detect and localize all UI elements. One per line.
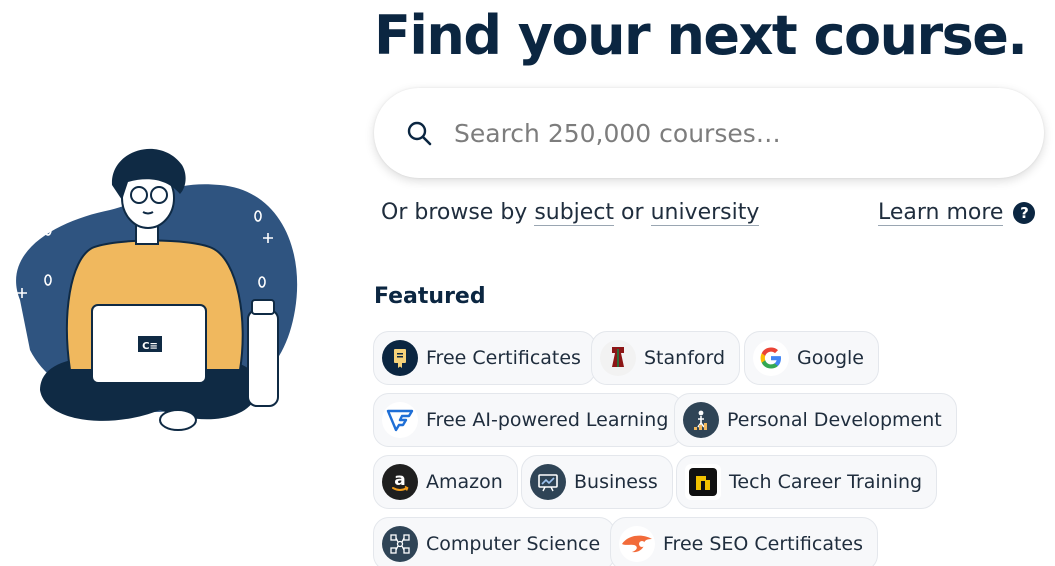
page-title: Find your next course. <box>374 4 1028 67</box>
stanford-logo-icon <box>600 340 636 376</box>
chip-free-certificates[interactable]: Free Certificates <box>373 331 596 385</box>
search-input[interactable] <box>454 108 1014 158</box>
tech-career-logo-icon <box>685 464 721 500</box>
chip-free-seo-certificates[interactable]: Free SEO Certificates <box>610 517 879 566</box>
chip-label: Tech Career Training <box>729 471 923 493</box>
google-logo-icon <box>753 340 789 376</box>
computer-science-icon <box>382 526 418 562</box>
chip-label: Amazon <box>426 471 503 493</box>
chip-label: Computer Science <box>426 533 601 555</box>
laptop-logo: C≡ <box>142 341 158 352</box>
chip-label: Stanford <box>644 347 726 369</box>
chip-label: Business <box>574 471 658 493</box>
personal-development-icon <box>683 402 719 438</box>
ai-learning-logo-icon <box>382 402 418 438</box>
subject-link[interactable]: subject <box>534 200 615 226</box>
chip-label: Personal Development <box>727 409 942 431</box>
featured-heading: Featured <box>374 284 486 309</box>
learn-more: Learn more ? <box>878 200 1036 226</box>
student-laptop-illustration: C≡ <box>14 148 298 431</box>
chip-personal-development[interactable]: Personal Development <box>674 393 957 447</box>
certificate-icon <box>382 340 418 376</box>
svg-text:a: a <box>394 470 405 490</box>
browse-line: Or browse by subject or university <box>381 200 760 226</box>
seo-logo-icon <box>619 526 655 562</box>
chip-amazon[interactable]: a Amazon <box>373 455 518 509</box>
chip-tech-career-training[interactable]: Tech Career Training <box>676 455 938 509</box>
chip-business[interactable]: Business <box>521 455 673 509</box>
amazon-logo-icon: a <box>382 464 418 500</box>
search-box[interactable] <box>374 88 1044 178</box>
chip-free-ai-learning[interactable]: Free AI-powered Learning <box>373 393 684 447</box>
chip-stanford[interactable]: Stanford <box>591 331 741 385</box>
university-link[interactable]: university <box>650 200 760 226</box>
browse-or: or <box>614 200 651 225</box>
chip-label: Free AI-powered Learning <box>426 409 669 431</box>
help-icon[interactable]: ? <box>1013 202 1036 224</box>
chip-label: Free Certificates <box>426 347 581 369</box>
search-icon <box>407 121 432 146</box>
business-icon <box>530 464 566 500</box>
learn-more-link[interactable]: Learn more <box>878 200 1004 226</box>
chip-google[interactable]: Google <box>744 331 880 385</box>
chip-label: Google <box>797 347 865 369</box>
browse-prefix: Or browse by <box>381 200 535 225</box>
chip-label: Free SEO Certificates <box>663 533 864 555</box>
chip-computer-science[interactable]: Computer Science <box>373 517 616 566</box>
